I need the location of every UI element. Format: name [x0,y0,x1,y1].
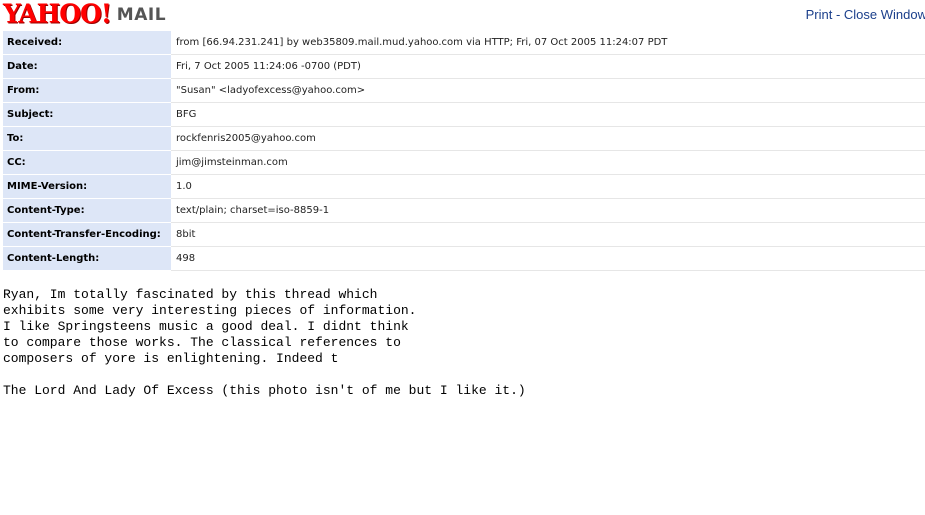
message-headers-table: Received: from [66.94.231.241] by web358… [3,31,925,271]
header-value: from [66.94.231.241] by web35809.mail.mu… [171,31,925,55]
header-row-mime-version: MIME-Version: 1.0 [3,174,925,199]
header-label: From: [3,78,171,103]
body-line: The Lord And Lady Of Excess (this photo … [3,383,526,398]
header-value: "Susan" <ladyofexcess@yahoo.com> [171,78,925,103]
body-line: Ryan, Im totally fascinated by this thre… [3,287,378,302]
yahoo-logo-text: YAHOO! [3,0,112,29]
mail-logo-text: MAIL [116,5,167,25]
body-line: exhibits some very interesting pieces of… [3,303,417,318]
header-value: Fri, 7 Oct 2005 11:24:06 -0700 (PDT) [171,54,925,79]
header-value: rockfenris2005@yahoo.com [171,126,925,151]
header-label: To: [3,126,171,151]
header-row-content-length: Content-Length: 498 [3,246,925,271]
yahoo-mail-logo: YAHOO! MAIL [3,0,166,28]
body-line: I like Springsteens music a good deal. I… [3,319,409,334]
header-value: jim@jimsteinman.com [171,150,925,175]
header-value: BFG [171,102,925,127]
header-value: 8bit [171,222,925,247]
header-label: Date: [3,54,171,79]
print-close-links: Print - Close Window [806,7,925,22]
header-label: CC: [3,150,171,175]
header-label: Content-Length: [3,246,171,271]
header-row-content-transfer-encoding: Content-Transfer-Encoding: 8bit [3,222,925,247]
header-label: Content-Type: [3,198,171,223]
body-line [3,367,526,383]
link-separator: - [832,7,844,22]
header-label: Received: [3,31,171,55]
close-window-link[interactable]: Close Window [844,7,925,22]
header-value: text/plain; charset=iso-8859-1 [171,198,925,223]
header-row-cc: CC: jim@jimsteinman.com [3,150,925,175]
header-label: Subject: [3,102,171,127]
print-link[interactable]: Print [806,7,833,22]
header-row-received: Received: from [66.94.231.241] by web358… [3,31,925,55]
header-value: 1.0 [171,174,925,199]
header-row-subject: Subject: BFG [3,102,925,127]
header-row-date: Date: Fri, 7 Oct 2005 11:24:06 -0700 (PD… [3,54,925,79]
message-body: Ryan, Im totally fascinated by this thre… [3,287,526,399]
header-label: MIME-Version: [3,174,171,199]
header-value: 498 [171,246,925,271]
header-row-content-type: Content-Type: text/plain; charset=iso-88… [3,198,925,223]
header-row-from: From: "Susan" <ladyofexcess@yahoo.com> [3,78,925,103]
header-label: Content-Transfer-Encoding: [3,222,171,247]
body-line: to compare those works. The classical re… [3,335,401,350]
body-line: composers of yore is enlightening. Indee… [3,351,339,366]
top-bar: YAHOO! MAIL Print - Close Window [0,0,925,30]
header-row-to: To: rockfenris2005@yahoo.com [3,126,925,151]
